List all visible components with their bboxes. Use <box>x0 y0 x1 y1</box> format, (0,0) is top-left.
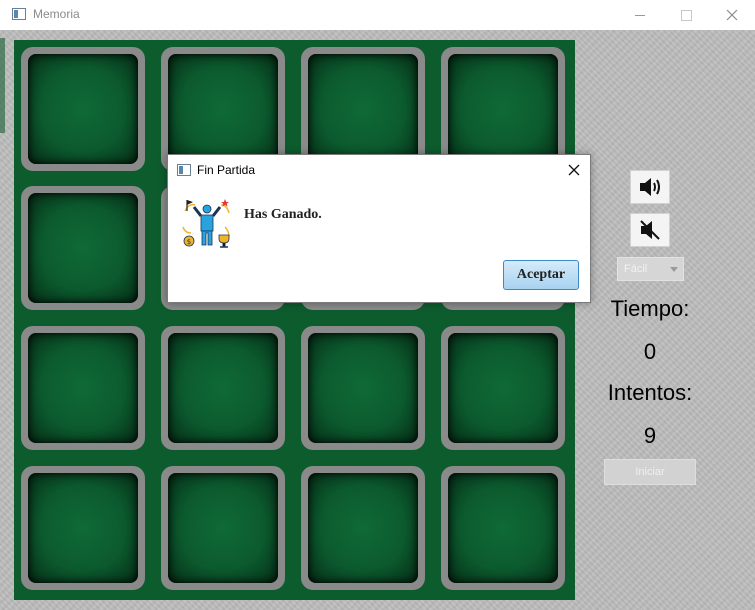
minimize-icon <box>635 14 645 16</box>
dialog-close-button[interactable] <box>565 161 583 179</box>
card-back <box>448 333 558 443</box>
memory-card[interactable] <box>301 47 425 171</box>
difficulty-select[interactable]: Fácil <box>617 257 684 281</box>
game-over-dialog: Fin Partida $ Has Ganado. Aceptar <box>167 154 591 303</box>
memory-card[interactable] <box>21 466 145 590</box>
dialog-message: Has Ganado. <box>244 207 322 222</box>
card-back <box>28 54 138 164</box>
window-app-icon <box>12 8 26 20</box>
memory-card[interactable] <box>301 326 425 450</box>
memory-card[interactable] <box>161 47 285 171</box>
winner-trophy-icon: $ <box>182 199 230 248</box>
sound-off-button[interactable] <box>630 213 670 247</box>
card-back <box>168 54 278 164</box>
card-back <box>308 333 418 443</box>
svg-text:$: $ <box>187 238 191 246</box>
memory-card[interactable] <box>161 466 285 590</box>
memory-card[interactable] <box>21 47 145 171</box>
window-title: Memoria <box>33 7 80 21</box>
card-back <box>168 333 278 443</box>
card-back <box>308 473 418 583</box>
difficulty-selected-value: Fácil <box>624 263 648 275</box>
card-back <box>28 333 138 443</box>
speaker-muted-icon <box>640 220 660 240</box>
background-window-edge <box>0 38 5 133</box>
start-button[interactable]: Iniciar <box>604 459 696 485</box>
sound-on-button[interactable] <box>630 170 670 204</box>
card-back <box>448 473 558 583</box>
window-title-bar[interactable]: Memoria <box>0 0 755 30</box>
memory-card[interactable] <box>301 466 425 590</box>
dialog-app-icon <box>177 164 191 176</box>
card-back <box>168 473 278 583</box>
close-icon <box>726 9 738 21</box>
card-back <box>28 193 138 303</box>
memory-card[interactable] <box>21 326 145 450</box>
close-window-button[interactable] <box>709 0 755 30</box>
maximize-icon <box>680 9 692 21</box>
close-icon <box>568 164 580 176</box>
memory-card[interactable] <box>441 47 565 171</box>
card-back <box>308 54 418 164</box>
accept-button[interactable]: Aceptar <box>503 260 579 290</box>
minimize-button[interactable] <box>617 0 663 30</box>
card-back <box>28 473 138 583</box>
tiempo-value: 0 <box>643 339 657 364</box>
memory-card[interactable] <box>161 326 285 450</box>
maximize-button[interactable] <box>663 0 709 30</box>
dialog-title: Fin Partida <box>197 163 256 177</box>
memory-card[interactable] <box>21 186 145 310</box>
memory-card[interactable] <box>441 466 565 590</box>
tiempo-label: Tiempo: <box>610 296 690 321</box>
intentos-label: Intentos: <box>607 380 693 405</box>
card-back <box>448 54 558 164</box>
intentos-value: 9 <box>643 423 657 448</box>
memory-card[interactable] <box>441 326 565 450</box>
chevron-down-icon <box>670 267 678 272</box>
speaker-on-icon <box>640 178 660 196</box>
